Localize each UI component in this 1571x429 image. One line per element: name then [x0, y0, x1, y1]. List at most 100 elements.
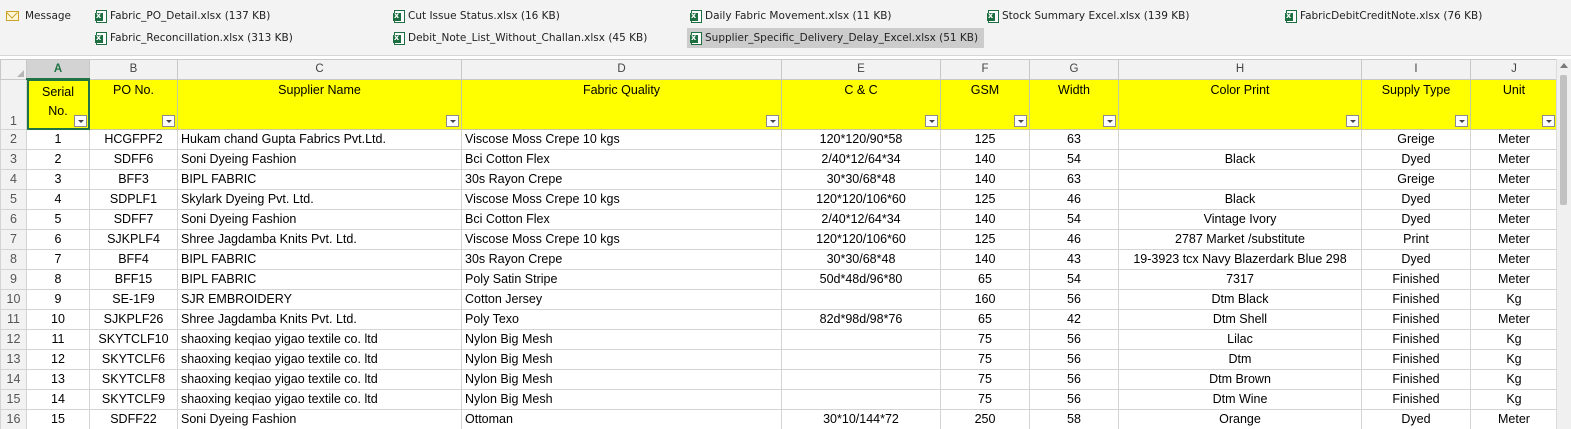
cell[interactable]: Kg: [1470, 369, 1558, 390]
cell[interactable]: 56: [1029, 289, 1119, 310]
attachment-file[interactable]: Debit_Note_List_Without_Challan.xlsx (45…: [393, 28, 647, 48]
cell[interactable]: 56: [1029, 349, 1119, 370]
cell[interactable]: HCGFPF2: [89, 129, 178, 150]
cell[interactable]: 3: [26, 169, 90, 190]
cell[interactable]: shaoxing keqiao yigao textile co. ltd: [177, 369, 462, 390]
cell[interactable]: Kg: [1470, 349, 1558, 370]
attachment-file[interactable]: Stock Summary Excel.xlsx (139 KB): [987, 6, 1189, 26]
attachment-file-selected[interactable]: Supplier_Specific_Delivery_Delay_Excel.x…: [687, 28, 984, 48]
cell[interactable]: Dyed: [1361, 249, 1471, 270]
cell[interactable]: Finished: [1361, 309, 1471, 330]
cell[interactable]: [781, 389, 941, 410]
cell[interactable]: Dyed: [1361, 409, 1471, 429]
cell[interactable]: Black: [1118, 149, 1362, 170]
filter-dropdown-icon[interactable]: [446, 115, 459, 127]
column-letter-g[interactable]: G: [1029, 59, 1119, 80]
cell[interactable]: SJKPLF4: [89, 229, 178, 250]
attachment-file[interactable]: Fabric_Reconcillation.xlsx (313 KB): [95, 28, 293, 48]
row-number[interactable]: 12: [0, 329, 27, 350]
cell[interactable]: Finished: [1361, 269, 1471, 290]
cell[interactable]: shaoxing keqiao yigao textile co. ltd: [177, 349, 462, 370]
column-letter-h[interactable]: H: [1118, 59, 1362, 80]
cell[interactable]: 13: [26, 369, 90, 390]
cell[interactable]: [781, 329, 941, 350]
cell[interactable]: Meter: [1470, 169, 1558, 190]
cell[interactable]: 9: [26, 289, 90, 310]
cell[interactable]: Viscose Moss Crepe 10 kgs: [461, 189, 782, 210]
cell[interactable]: shaoxing keqiao yigao textile co. ltd: [177, 389, 462, 410]
row-number[interactable]: 16: [0, 409, 27, 429]
cell[interactable]: Finished: [1361, 289, 1471, 310]
cell[interactable]: SDPLF1: [89, 189, 178, 210]
header-cell[interactable]: C & C: [781, 78, 941, 130]
cell[interactable]: Viscose Moss Crepe 10 kgs: [461, 229, 782, 250]
cell[interactable]: Meter: [1470, 189, 1558, 210]
cell[interactable]: Finished: [1361, 349, 1471, 370]
cell[interactable]: 56: [1029, 329, 1119, 350]
filter-dropdown-icon[interactable]: [766, 115, 779, 127]
cell[interactable]: 50d*48d/96*80: [781, 269, 941, 290]
cell[interactable]: Black: [1118, 189, 1362, 210]
cell[interactable]: [1118, 169, 1362, 190]
scroll-up-icon[interactable]: [1560, 63, 1568, 68]
spreadsheet-grid[interactable]: A B C D E F G H I J 1 Serial No. PO No. Supplier Name…: [0, 59, 1571, 429]
cell[interactable]: Soni Dyeing Fashion: [177, 149, 462, 170]
column-letter-b[interactable]: B: [89, 59, 178, 80]
cell[interactable]: Finished: [1361, 369, 1471, 390]
cell[interactable]: SKYTCLF8: [89, 369, 178, 390]
cell[interactable]: 75: [940, 389, 1030, 410]
cell[interactable]: 43: [1029, 249, 1119, 270]
cell[interactable]: Meter: [1470, 129, 1558, 150]
row-number[interactable]: 3: [0, 149, 27, 170]
cell[interactable]: SKYTCLF6: [89, 349, 178, 370]
cell[interactable]: SKYTCLF10: [89, 329, 178, 350]
cell[interactable]: 140: [940, 169, 1030, 190]
cell[interactable]: SKYTCLF9: [89, 389, 178, 410]
cell[interactable]: 125: [940, 229, 1030, 250]
cell[interactable]: Poly Texo: [461, 309, 782, 330]
select-all-corner[interactable]: [0, 59, 27, 80]
cell[interactable]: Vintage Ivory: [1118, 209, 1362, 230]
cell[interactable]: BIPL FABRIC: [177, 269, 462, 290]
cell[interactable]: Dtm Shell: [1118, 309, 1362, 330]
cell[interactable]: BIPL FABRIC: [177, 169, 462, 190]
header-cell[interactable]: Width: [1029, 78, 1119, 130]
cell[interactable]: Dtm Wine: [1118, 389, 1362, 410]
cell[interactable]: 140: [940, 149, 1030, 170]
cell[interactable]: 4: [26, 189, 90, 210]
cell[interactable]: Dyed: [1361, 149, 1471, 170]
cell[interactable]: 2/40*12/64*34: [781, 209, 941, 230]
cell[interactable]: 10: [26, 309, 90, 330]
filter-dropdown-icon[interactable]: [74, 115, 87, 127]
column-letter-e[interactable]: E: [781, 59, 941, 80]
cell[interactable]: 250: [940, 409, 1030, 429]
cell[interactable]: Lilac: [1118, 329, 1362, 350]
cell[interactable]: 160: [940, 289, 1030, 310]
cell[interactable]: Shree Jagdamba Knits Pvt. Ltd.: [177, 229, 462, 250]
cell[interactable]: Finished: [1361, 389, 1471, 410]
cell[interactable]: BFF15: [89, 269, 178, 290]
cell[interactable]: 2/40*12/64*34: [781, 149, 941, 170]
cell[interactable]: 120*120/106*60: [781, 229, 941, 250]
cell[interactable]: Poly Satin Stripe: [461, 269, 782, 290]
row-number[interactable]: 7: [0, 229, 27, 250]
attachment-file[interactable]: FabricDebitCreditNote.xlsx (76 KB): [1285, 6, 1482, 26]
cell[interactable]: Finished: [1361, 329, 1471, 350]
cell[interactable]: SJKPLF26: [89, 309, 178, 330]
cell[interactable]: Dyed: [1361, 189, 1471, 210]
header-cell[interactable]: Fabric Quality: [461, 78, 782, 130]
cell[interactable]: 30*30/68*48: [781, 249, 941, 270]
cell[interactable]: Nylon Big Mesh: [461, 369, 782, 390]
cell[interactable]: 65: [940, 309, 1030, 330]
cell[interactable]: Soni Dyeing Fashion: [177, 409, 462, 429]
cell[interactable]: 54: [1029, 209, 1119, 230]
cell[interactable]: Meter: [1470, 249, 1558, 270]
cell[interactable]: Skylark Dyeing Pvt. Ltd.: [177, 189, 462, 210]
cell[interactable]: 11: [26, 329, 90, 350]
cell[interactable]: Meter: [1470, 149, 1558, 170]
cell[interactable]: 58: [1029, 409, 1119, 429]
cell[interactable]: 19-3923 tcx Navy Blazerdark Blue 298: [1118, 249, 1362, 270]
cell[interactable]: 14: [26, 389, 90, 410]
cell[interactable]: 5: [26, 209, 90, 230]
row-number[interactable]: 11: [0, 309, 27, 330]
